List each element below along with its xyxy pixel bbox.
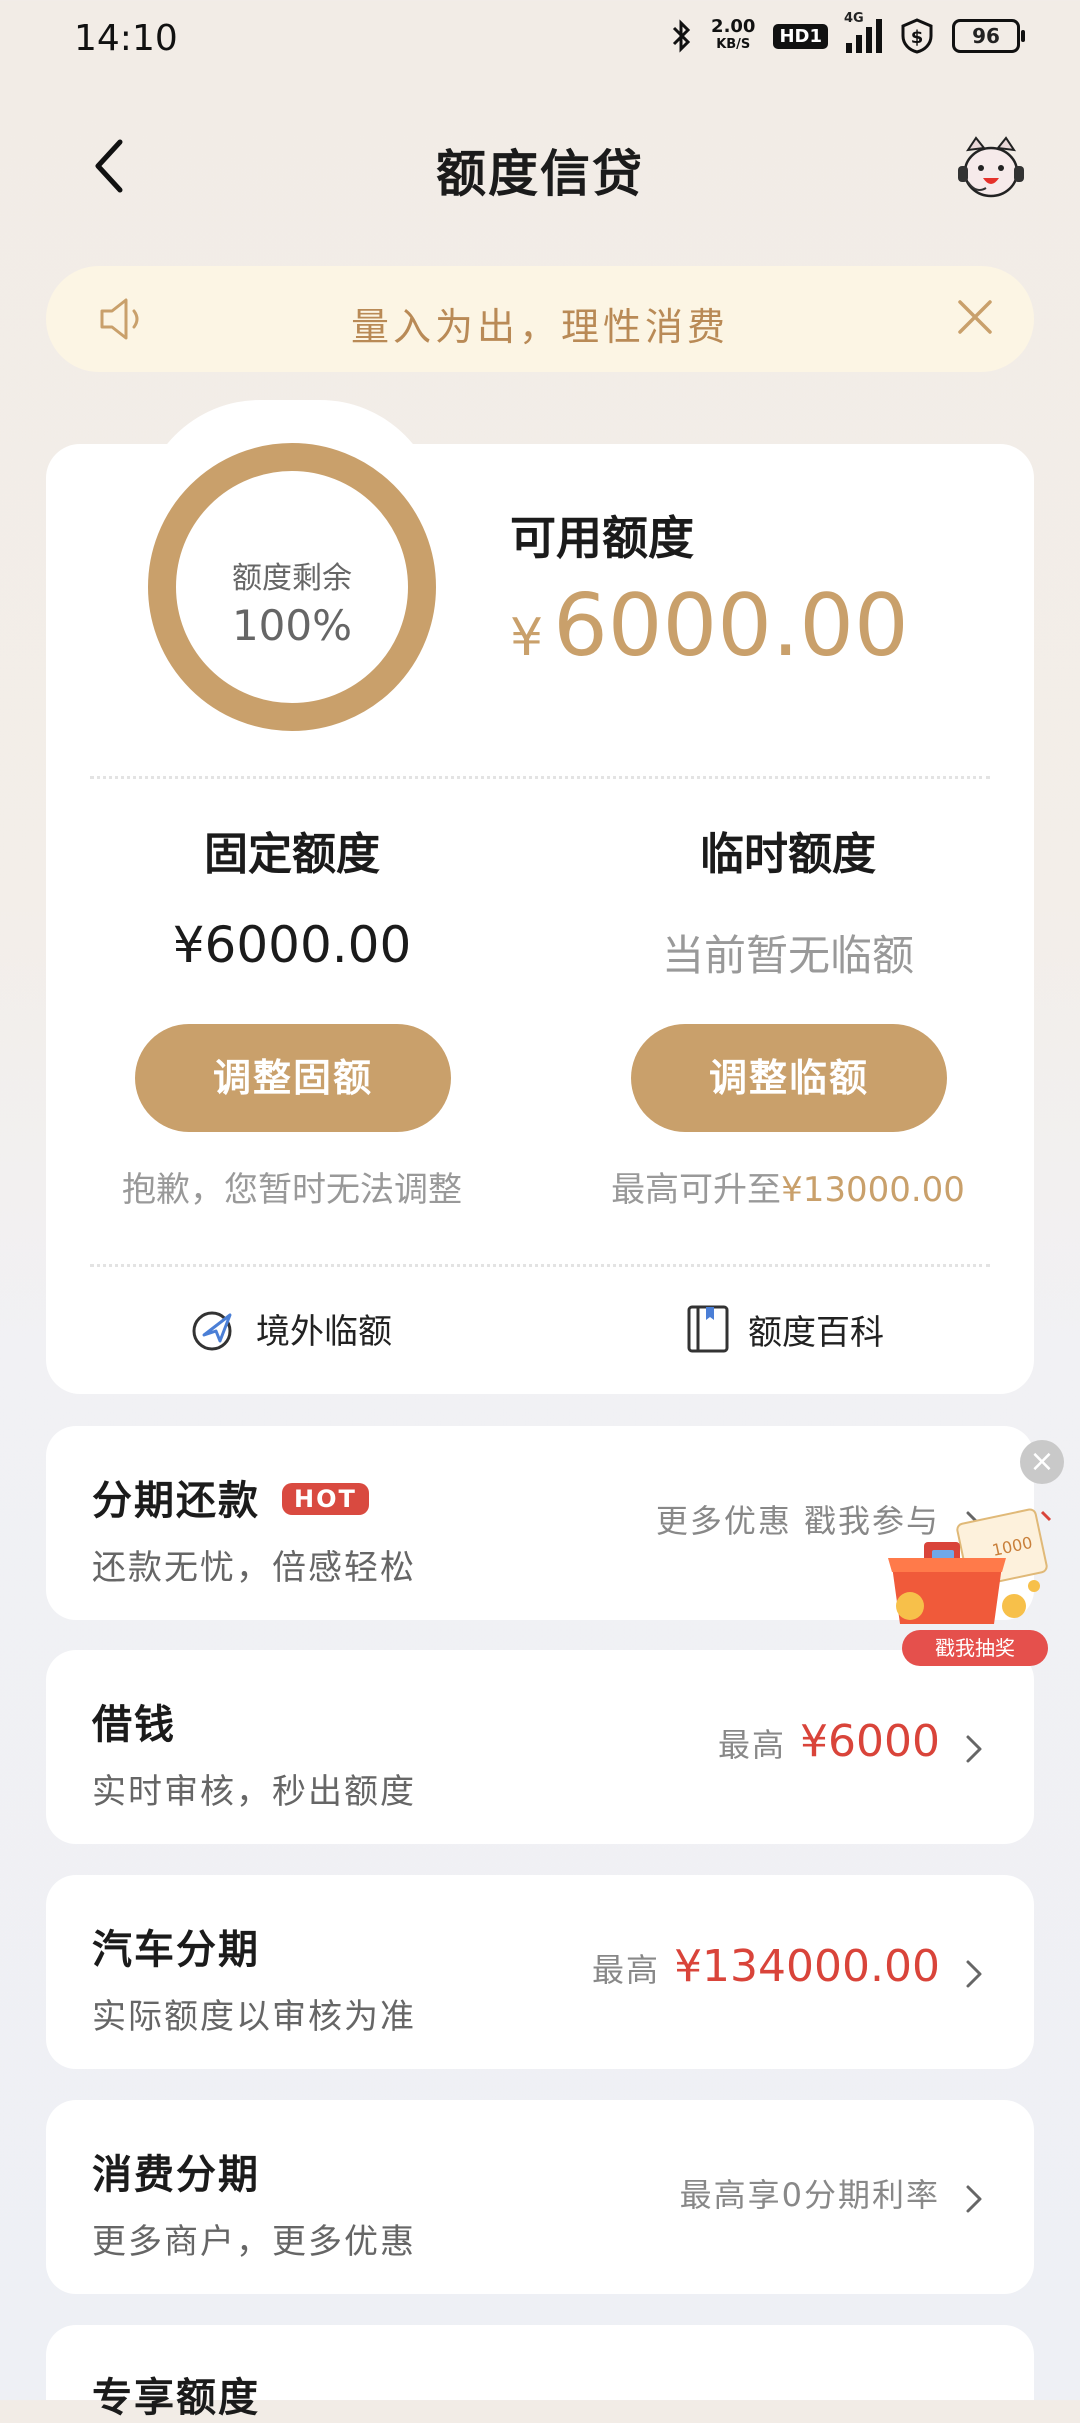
divider [90, 776, 990, 779]
car-loan-title: 汽车分期 [92, 1927, 260, 1973]
svg-text:$: $ [911, 27, 924, 48]
fixed-credit-value: ¥6000.00 [172, 916, 412, 974]
fixed-credit-value-wrap: ¥6000.00 [82, 916, 502, 974]
fixed-credit-title: 固定额度 [204, 829, 380, 880]
temp-credit-value-wrap: 当前暂无临额 [578, 922, 998, 983]
divider [90, 1264, 990, 1267]
chevron-right-icon [966, 2185, 982, 2213]
car-loan-desc: 实际额度以审核为准 [92, 1997, 416, 2037]
chevron-right-icon [966, 1735, 982, 1763]
hot-badge: HOT [282, 1483, 369, 1515]
book-icon [687, 1305, 729, 1353]
net-speed-value: 2.00 [711, 16, 756, 37]
ring-label: 额度剩余 [232, 561, 352, 596]
adjust-fixed-button[interactable]: 调整固额 [135, 1024, 451, 1132]
adjust-temp-button[interactable]: 调整临额 [631, 1024, 947, 1132]
temp-note: 最高可升至¥13000.00 [578, 1162, 998, 1211]
borrow-title: 借钱 [92, 1702, 176, 1748]
chevron-right-icon [966, 1960, 982, 1988]
lottery-promo[interactable]: 1000 戳我抽奖 [874, 1506, 1074, 1672]
borrow-right: 最高 ¥6000 [718, 1716, 940, 1767]
customer-service-mascot-icon[interactable] [956, 136, 1026, 202]
installment-title: 分期还款 [92, 1478, 260, 1524]
fixed-note: 抱歉，您暂时无法调整 [122, 1170, 462, 1210]
promo-close-button[interactable]: × [1020, 1440, 1064, 1484]
temp-note-prefix: 最高可升至 [611, 1170, 782, 1210]
status-bar: 14:10 2.00 KB/S HD1 4G $ 96 [0, 0, 1080, 82]
battery-icon: 96 [952, 19, 1025, 53]
status-icons: 2.00 KB/S HD1 4G $ 96 [671, 11, 1025, 54]
fixed-note-wrap: 抱歉，您暂时无法调整 [82, 1162, 502, 1211]
temp-credit-title: 临时额度 [700, 829, 876, 880]
borrow-card[interactable]: 借钱 实时审核，秒出额度 最高 ¥6000 [46, 1650, 1034, 1844]
network-type: 4G [844, 11, 864, 26]
status-time: 14:10 [74, 18, 178, 59]
exclusive-credit-title: 专享额度 [92, 2375, 260, 2421]
gift-box-icon: 1000 [888, 1508, 1052, 1624]
available-value: 6000.00 [553, 576, 909, 676]
fixed-credit-title-wrap: 固定额度 [82, 818, 502, 882]
overseas-credit-label: 境外临额 [256, 1312, 392, 1352]
car-loan-prefix: 最高 [592, 1951, 661, 1989]
notice-text: 量入为出，理性消费 [350, 305, 729, 349]
temp-credit-value: 当前暂无临额 [661, 931, 914, 980]
car-loan-amount: ¥134000.00 [674, 1941, 940, 1992]
car-loan-right: 最高 ¥134000.00 [592, 1941, 940, 1992]
available-amount: ¥6000.00 [510, 576, 909, 676]
consumer-installment-title: 消费分期 [92, 2152, 260, 2198]
credit-wiki-link[interactable]: 额度百科 [686, 1304, 884, 1354]
consumer-installment-desc: 更多商户，更多优惠 [92, 2222, 416, 2262]
installment-title-row: 分期还款 HOT [92, 1468, 369, 1526]
ring-percent: 100% [231, 601, 353, 650]
cell-signal-icon: 4G [844, 11, 882, 53]
borrow-desc: 实时审核，秒出额度 [92, 1772, 416, 1812]
temp-note-amount: ¥13000.00 [781, 1170, 965, 1210]
available-label: 可用额度 [510, 511, 694, 565]
available-currency: ¥ [510, 608, 544, 668]
consumer-installment-right: 最高享0分期利率 [680, 2170, 940, 2216]
shield-dollar-icon: $ [901, 18, 933, 54]
battery-level: 96 [972, 24, 1000, 48]
consumer-installment-rate: 最高享0分期利率 [679, 2176, 940, 2214]
borrow-prefix: 最高 [718, 1726, 787, 1764]
plane-globe-icon [192, 1311, 232, 1350]
consumer-installment-card[interactable]: 消费分期 更多商户，更多优惠 最高享0分期利率 [46, 2100, 1034, 2294]
remaining-ring: 额度剩余 100% [148, 443, 436, 731]
borrow-amount: ¥6000 [800, 1716, 940, 1767]
car-loan-card[interactable]: 汽车分期 实际额度以审核为准 最高 ¥134000.00 [46, 1875, 1034, 2069]
net-speed: 2.00 KB/S [711, 18, 755, 54]
exclusive-credit-card[interactable]: 专享额度 [46, 2325, 1034, 2421]
hd-badge: HD1 [773, 23, 828, 49]
lottery-button[interactable]: 戳我抽奖 [902, 1630, 1048, 1666]
close-icon[interactable] [952, 294, 998, 340]
page-title: 额度信贷 [436, 145, 644, 203]
temp-credit-title-wrap: 临时额度 [578, 818, 998, 882]
net-speed-unit: KB/S [716, 37, 751, 52]
credit-wiki-label: 额度百科 [748, 1312, 884, 1353]
temp-note-wrap: 最高可升至¥13000.00 [578, 1162, 998, 1211]
bluetooth-icon [672, 19, 691, 53]
notice-bar: 量入为出，理性消费 [46, 266, 1034, 372]
installment-desc: 还款无忧，倍感轻松 [92, 1548, 416, 1588]
overseas-credit-link[interactable]: 境外临额 [190, 1304, 392, 1353]
